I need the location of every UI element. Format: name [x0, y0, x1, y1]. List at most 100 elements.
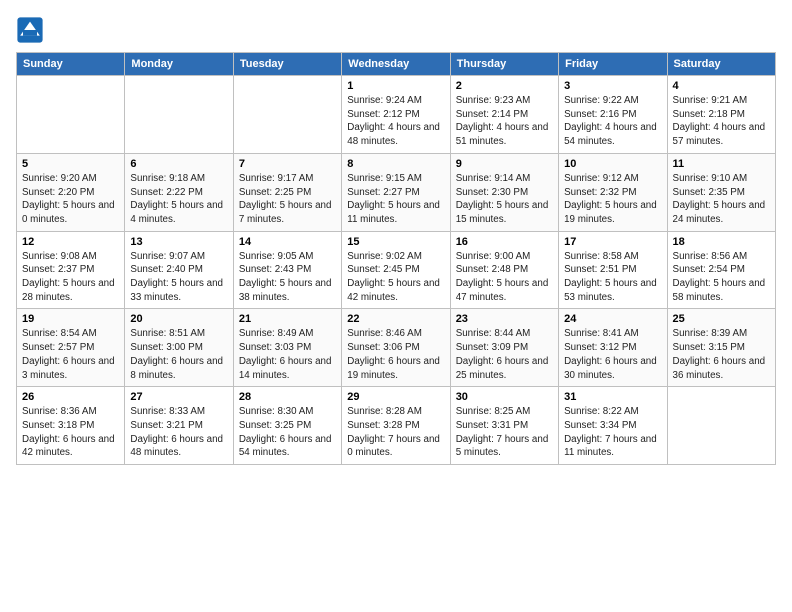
cell-sun-info: Sunrise: 9:00 AM Sunset: 2:48 PM Dayligh…: [456, 250, 553, 305]
day-number: 4: [673, 80, 770, 92]
day-number: 22: [347, 313, 444, 325]
cell-sun-info: Sunrise: 9:07 AM Sunset: 2:40 PM Dayligh…: [130, 250, 227, 305]
calendar-cell: 20 Sunrise: 8:51 AM Sunset: 3:00 PM Dayli…: [125, 309, 233, 387]
day-number: 10: [564, 158, 661, 170]
day-number: 6: [130, 158, 227, 170]
calendar-cell: [233, 76, 341, 154]
cell-sun-info: Sunrise: 9:05 AM Sunset: 2:43 PM Dayligh…: [239, 250, 336, 305]
cell-sun-info: Sunrise: 8:54 AM Sunset: 2:57 PM Dayligh…: [22, 327, 119, 382]
calendar-cell: 19 Sunrise: 8:54 AM Sunset: 2:57 PM Dayli…: [17, 309, 125, 387]
calendar-cell: 27 Sunrise: 8:33 AM Sunset: 3:21 PM Dayli…: [125, 387, 233, 465]
day-number: 19: [22, 313, 119, 325]
day-number: 15: [347, 236, 444, 248]
day-number: 20: [130, 313, 227, 325]
calendar-cell: 7Sunrise: 9:17 AM Sunset: 2:25 PM Daylig…: [233, 153, 341, 231]
calendar-cell: 28 Sunrise: 8:30 AM Sunset: 3:25 PM Dayli…: [233, 387, 341, 465]
day-number: 30: [456, 391, 553, 403]
calendar-cell: 2Sunrise: 9:23 AM Sunset: 2:14 PM Daylig…: [450, 76, 558, 154]
calendar-cell: 31 Sunrise: 8:22 AM Sunset: 3:34 PM Dayli…: [559, 387, 667, 465]
col-header-saturday: Saturday: [667, 53, 775, 76]
cell-sun-info: Sunrise: 8:39 AM Sunset: 3:15 PM Dayligh…: [673, 327, 770, 382]
cell-sun-info: Sunrise: 8:36 AM Sunset: 3:18 PM Dayligh…: [22, 405, 119, 460]
cell-sun-info: Sunrise: 8:28 AM Sunset: 3:28 PM Dayligh…: [347, 405, 444, 460]
cell-sun-info: Sunrise: 8:51 AM Sunset: 3:00 PM Dayligh…: [130, 327, 227, 382]
calendar-cell: 15 Sunrise: 9:02 AM Sunset: 2:45 PM Dayli…: [342, 231, 450, 309]
day-number: 9: [456, 158, 553, 170]
calendar-cell: [17, 76, 125, 154]
calendar-cell: 16 Sunrise: 9:00 AM Sunset: 2:48 PM Dayli…: [450, 231, 558, 309]
calendar-cell: 17Sunrise: 8:58 AM Sunset: 2:51 PM Dayli…: [559, 231, 667, 309]
col-header-friday: Friday: [559, 53, 667, 76]
day-number: 16: [456, 236, 553, 248]
day-number: 8: [347, 158, 444, 170]
cell-sun-info: Sunrise: 9:24 AM Sunset: 2:12 PM Dayligh…: [347, 94, 444, 149]
calendar-table: SundayMondayTuesdayWednesdayThursdayFrid…: [16, 52, 776, 465]
cell-sun-info: Sunrise: 9:18 AM Sunset: 2:22 PM Dayligh…: [130, 172, 227, 227]
day-number: 28: [239, 391, 336, 403]
calendar-cell: 13 Sunrise: 9:07 AM Sunset: 2:40 PM Dayli…: [125, 231, 233, 309]
cell-sun-info: Sunrise: 8:56 AM Sunset: 2:54 PM Dayligh…: [673, 250, 770, 305]
col-header-wednesday: Wednesday: [342, 53, 450, 76]
cell-sun-info: Sunrise: 8:58 AM Sunset: 2:51 PM Dayligh…: [564, 250, 661, 305]
calendar-cell: [125, 76, 233, 154]
calendar-cell: 4 Sunrise: 9:21 AM Sunset: 2:18 PM Daylig…: [667, 76, 775, 154]
cell-sun-info: Sunrise: 9:02 AM Sunset: 2:45 PM Dayligh…: [347, 250, 444, 305]
calendar-row-0: 1 Sunrise: 9:24 AM Sunset: 2:12 PM Daylig…: [17, 76, 776, 154]
day-number: 18: [673, 236, 770, 248]
day-number: 2: [456, 80, 553, 92]
cell-sun-info: Sunrise: 9:17 AM Sunset: 2:25 PM Dayligh…: [239, 172, 336, 227]
day-number: 1: [347, 80, 444, 92]
calendar-cell: 24 Sunrise: 8:41 AM Sunset: 3:12 PM Dayli…: [559, 309, 667, 387]
cell-sun-info: Sunrise: 9:21 AM Sunset: 2:18 PM Dayligh…: [673, 94, 770, 149]
day-number: 13: [130, 236, 227, 248]
day-number: 14: [239, 236, 336, 248]
cell-sun-info: Sunrise: 8:46 AM Sunset: 3:06 PM Dayligh…: [347, 327, 444, 382]
calendar-cell: 8 Sunrise: 9:15 AM Sunset: 2:27 PM Daylig…: [342, 153, 450, 231]
cell-sun-info: Sunrise: 9:12 AM Sunset: 2:32 PM Dayligh…: [564, 172, 661, 227]
day-number: 29: [347, 391, 444, 403]
calendar-row-1: 5 Sunrise: 9:20 AM Sunset: 2:20 PM Daylig…: [17, 153, 776, 231]
day-number: 27: [130, 391, 227, 403]
day-number: 11: [673, 158, 770, 170]
calendar-cell: 30 Sunrise: 8:25 AM Sunset: 3:31 PM Dayli…: [450, 387, 558, 465]
calendar-cell: 5 Sunrise: 9:20 AM Sunset: 2:20 PM Daylig…: [17, 153, 125, 231]
cell-sun-info: Sunrise: 9:15 AM Sunset: 2:27 PM Dayligh…: [347, 172, 444, 227]
calendar-cell: 12Sunrise: 9:08 AM Sunset: 2:37 PM Dayli…: [17, 231, 125, 309]
calendar-cell: 22 Sunrise: 8:46 AM Sunset: 3:06 PM Dayli…: [342, 309, 450, 387]
page-header: [16, 16, 776, 44]
calendar-cell: 3 Sunrise: 9:22 AM Sunset: 2:16 PM Daylig…: [559, 76, 667, 154]
calendar-cell: 1 Sunrise: 9:24 AM Sunset: 2:12 PM Daylig…: [342, 76, 450, 154]
cell-sun-info: Sunrise: 8:30 AM Sunset: 3:25 PM Dayligh…: [239, 405, 336, 460]
day-number: 24: [564, 313, 661, 325]
header-row: SundayMondayTuesdayWednesdayThursdayFrid…: [17, 53, 776, 76]
logo-icon: [16, 16, 44, 44]
calendar-cell: 29 Sunrise: 8:28 AM Sunset: 3:28 PM Dayli…: [342, 387, 450, 465]
calendar-cell: 25 Sunrise: 8:39 AM Sunset: 3:15 PM Dayli…: [667, 309, 775, 387]
calendar-cell: 9 Sunrise: 9:14 AM Sunset: 2:30 PM Daylig…: [450, 153, 558, 231]
day-number: 5: [22, 158, 119, 170]
calendar-cell: 26 Sunrise: 8:36 AM Sunset: 3:18 PM Dayli…: [17, 387, 125, 465]
cell-sun-info: Sunrise: 9:14 AM Sunset: 2:30 PM Dayligh…: [456, 172, 553, 227]
day-number: 23: [456, 313, 553, 325]
cell-sun-info: Sunrise: 8:22 AM Sunset: 3:34 PM Dayligh…: [564, 405, 661, 460]
calendar-cell: [667, 387, 775, 465]
calendar-row-4: 26 Sunrise: 8:36 AM Sunset: 3:18 PM Dayli…: [17, 387, 776, 465]
col-header-tuesday: Tuesday: [233, 53, 341, 76]
calendar-cell: 11Sunrise: 9:10 AM Sunset: 2:35 PM Dayli…: [667, 153, 775, 231]
cell-sun-info: Sunrise: 9:20 AM Sunset: 2:20 PM Dayligh…: [22, 172, 119, 227]
day-number: 31: [564, 391, 661, 403]
cell-sun-info: Sunrise: 8:41 AM Sunset: 3:12 PM Dayligh…: [564, 327, 661, 382]
calendar-row-3: 19 Sunrise: 8:54 AM Sunset: 2:57 PM Dayli…: [17, 309, 776, 387]
calendar-cell: 21Sunrise: 8:49 AM Sunset: 3:03 PM Dayli…: [233, 309, 341, 387]
day-number: 26: [22, 391, 119, 403]
calendar-cell: 10 Sunrise: 9:12 AM Sunset: 2:32 PM Dayli…: [559, 153, 667, 231]
cell-sun-info: Sunrise: 9:22 AM Sunset: 2:16 PM Dayligh…: [564, 94, 661, 149]
cell-sun-info: Sunrise: 8:25 AM Sunset: 3:31 PM Dayligh…: [456, 405, 553, 460]
calendar-row-2: 12Sunrise: 9:08 AM Sunset: 2:37 PM Dayli…: [17, 231, 776, 309]
day-number: 25: [673, 313, 770, 325]
calendar-header: SundayMondayTuesdayWednesdayThursdayFrid…: [17, 53, 776, 76]
day-number: 3: [564, 80, 661, 92]
col-header-sunday: Sunday: [17, 53, 125, 76]
cell-sun-info: Sunrise: 8:33 AM Sunset: 3:21 PM Dayligh…: [130, 405, 227, 460]
calendar-body: 1 Sunrise: 9:24 AM Sunset: 2:12 PM Daylig…: [17, 76, 776, 465]
